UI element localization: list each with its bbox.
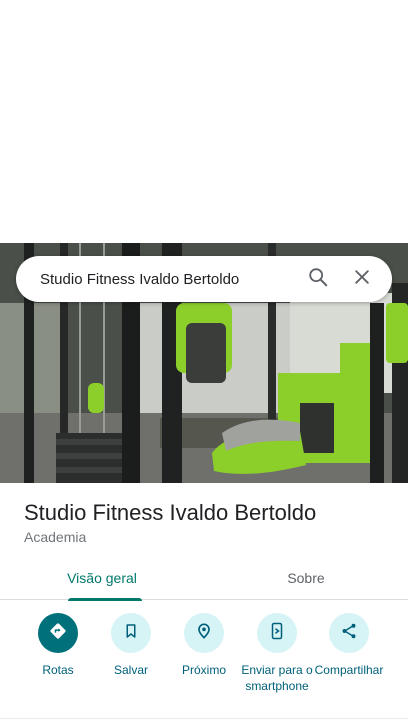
place-category[interactable]: Academia — [24, 529, 86, 545]
send-to-phone-icon — [268, 621, 286, 646]
action-label: Compartilhar — [314, 663, 384, 677]
place-title: Studio Fitness Ivaldo Bertoldo — [24, 500, 317, 525]
save-circle — [111, 613, 151, 653]
bookmark-icon — [122, 622, 140, 645]
share-circle — [329, 613, 369, 653]
send-to-phone-button[interactable]: Enviar para o smartphone — [239, 613, 315, 694]
search-input[interactable]: Studio Fitness Ivaldo Bertoldo — [16, 271, 296, 288]
clear-search-button[interactable] — [340, 256, 384, 302]
blank-map-area — [0, 0, 408, 243]
search-icon — [307, 266, 329, 293]
tab-bar: Visão geral Sobre — [0, 556, 408, 601]
active-tab-indicator — [68, 598, 142, 601]
nearby-icon — [194, 621, 214, 646]
action-buttons: Rotas Salvar Próximo Enviar para o smart… — [0, 613, 408, 713]
bottom-divider — [0, 718, 408, 719]
send-to-phone-circle — [257, 613, 297, 653]
nearby-circle — [184, 613, 224, 653]
tab-label: Visão geral — [67, 570, 137, 586]
tab-label: Sobre — [287, 570, 325, 586]
tab-about[interactable]: Sobre — [204, 556, 408, 600]
share-button[interactable]: Compartilhar — [311, 613, 387, 678]
directions-circle — [38, 613, 78, 653]
close-icon — [352, 267, 372, 292]
tab-overview[interactable]: Visão geral — [0, 556, 204, 601]
share-icon — [340, 622, 358, 645]
action-label: Próximo — [181, 663, 226, 677]
nearby-button[interactable]: Próximo — [166, 613, 242, 678]
save-button[interactable]: Salvar — [93, 613, 169, 678]
search-button[interactable] — [296, 256, 340, 302]
action-label: Salvar — [113, 663, 148, 677]
directions-button[interactable]: Rotas — [20, 613, 96, 678]
search-bar[interactable]: Studio Fitness Ivaldo Bertoldo — [16, 256, 392, 302]
action-label: Rotas — [42, 663, 74, 677]
action-label: Enviar para o smartphone — [241, 663, 313, 693]
directions-icon — [48, 621, 68, 646]
